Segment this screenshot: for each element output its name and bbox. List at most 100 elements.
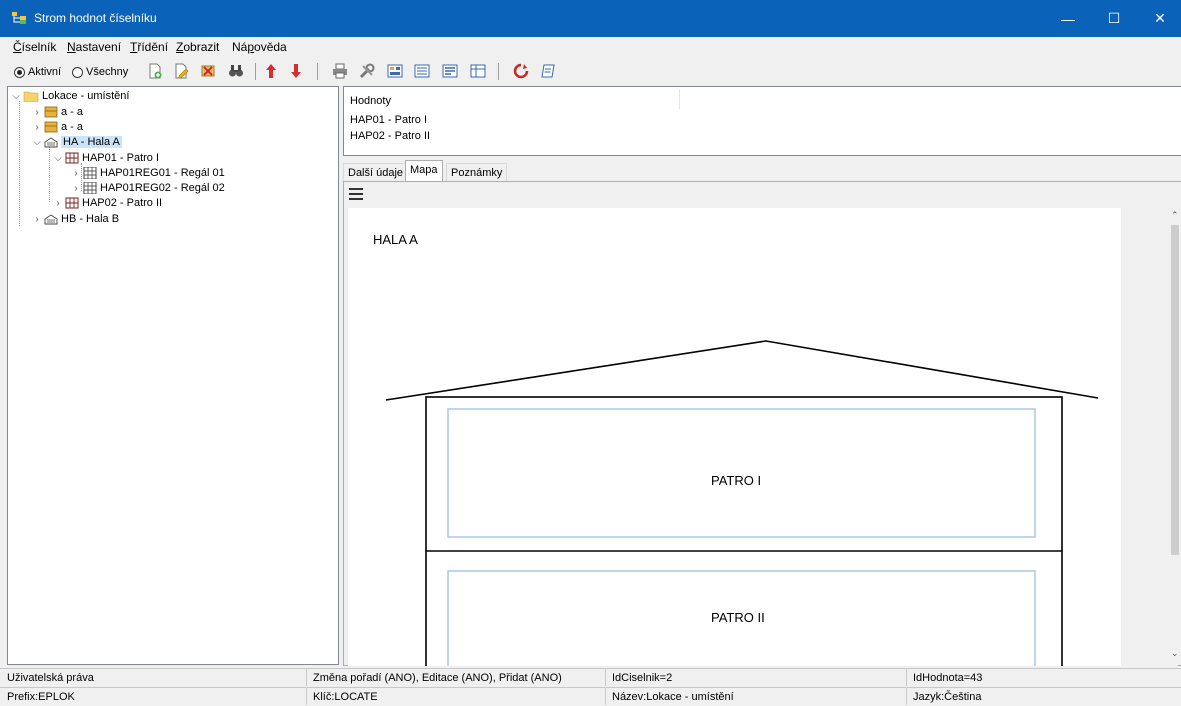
scroll-up-icon[interactable]: ⌃	[1171, 210, 1179, 221]
tab-poznamky[interactable]: Poznámky	[446, 163, 508, 182]
radio-dot-unchecked	[72, 66, 83, 78]
minimize-button[interactable]: —	[1045, 0, 1091, 37]
floor-2-label[interactable]: PATRO II	[711, 610, 765, 625]
tab-dalsi-udaje[interactable]: Další údaje	[343, 163, 409, 182]
tab-mapa[interactable]: Mapa	[405, 160, 443, 182]
filter-all-radio[interactable]: Všechny	[72, 66, 128, 78]
window-title: Strom hodnot číselníku	[34, 11, 157, 25]
menu-zobrazit[interactable]: Zobrazit	[176, 40, 219, 54]
tab-label: Poznámky	[451, 167, 503, 179]
tab-label: Mapa	[410, 164, 438, 176]
menu-ciselnik[interactable]: Číselník	[13, 40, 56, 54]
tree-item-label: HB - Hala B	[61, 213, 120, 225]
find-icon[interactable]	[227, 62, 245, 80]
tree-item-label: a - a	[61, 106, 84, 118]
hall-drawing	[385, 340, 1099, 666]
floor-1-label[interactable]: PATRO I	[711, 473, 761, 488]
tree-guide-line	[49, 147, 50, 202]
hall-icon	[44, 214, 58, 225]
filter-all-label: Všechny	[86, 66, 129, 78]
values-row[interactable]: HAP02 - Patro II	[350, 130, 430, 142]
delete-icon[interactable]	[199, 62, 217, 80]
tree-root[interactable]: ⌵ Lokace - umístění	[11, 89, 129, 103]
tree-item-label: HA - Hala A	[61, 136, 122, 148]
chevron-down-icon[interactable]: ⌵	[53, 153, 63, 164]
status-bar: Uživatelská práva Změna pořadí (ANO), Ed…	[0, 668, 1181, 706]
status-separator	[306, 669, 307, 686]
menu-trideni[interactable]: Třídění	[130, 40, 168, 54]
menu-napoveda[interactable]: Nápověda	[232, 40, 287, 54]
note-icon[interactable]	[539, 62, 557, 80]
status-separator	[906, 688, 907, 705]
menu-bar: Číselník Nastavení Třídění Zobrazit Nápo…	[0, 37, 1181, 57]
refresh-icon[interactable]	[512, 62, 530, 80]
status-name: Název:Lokace - umístění	[612, 691, 734, 703]
tree-item-label: HAP01 - Patro I	[82, 152, 160, 164]
status-language: Jazyk:Čeština	[913, 691, 982, 703]
tree-panel[interactable]: ⌵ Lokace - umístění › a - a › a - a ⌵ HA…	[7, 86, 339, 665]
settings-icon[interactable]	[358, 62, 376, 80]
shelf-icon	[83, 167, 97, 179]
tree-item[interactable]: ⌵ HAP01 - Patro I	[53, 151, 159, 165]
toolbar: Aktivní Všechny	[0, 57, 1181, 85]
map-canvas[interactable]: HALA A PATRO I PATRO II	[348, 208, 1121, 666]
chevron-right-icon[interactable]: ›	[71, 168, 81, 179]
status-rights-label: Uživatelská práva	[7, 672, 94, 684]
tree-item[interactable]: › a - a	[32, 105, 83, 119]
status-separator	[605, 688, 606, 705]
view2-icon[interactable]	[413, 62, 431, 80]
menu-trideni-post: řídění	[137, 40, 169, 54]
status-prefix: Prefix:EPLOK	[7, 691, 75, 703]
map-tab-content: HALA A PATRO I PATRO II	[343, 181, 1181, 666]
folder-icon	[23, 91, 39, 102]
chevron-down-icon[interactable]: ⌵	[32, 137, 42, 148]
roof-line	[385, 340, 1099, 401]
tree-item-selected[interactable]: ⌵ HA - Hala A	[32, 135, 122, 149]
new-icon[interactable]	[146, 62, 164, 80]
box-icon	[44, 121, 58, 133]
floor-icon	[65, 152, 79, 164]
view1-icon[interactable]	[386, 62, 404, 80]
filter-active-radio[interactable]: Aktivní	[14, 66, 61, 78]
hall-icon	[44, 137, 58, 148]
values-row[interactable]: HAP01 - Patro I	[350, 114, 427, 126]
edit-icon[interactable]	[172, 62, 190, 80]
hamburger-menu-icon[interactable]	[349, 188, 363, 202]
tree-item[interactable]: › HAP01REG02 - Regál 02	[71, 181, 225, 195]
view3-icon[interactable]	[441, 62, 459, 80]
box-icon	[44, 106, 58, 118]
chevron-right-icon[interactable]: ›	[71, 183, 81, 194]
chevron-right-icon[interactable]: ›	[32, 214, 42, 225]
chevron-right-icon[interactable]: ›	[32, 107, 42, 118]
chevron-down-icon[interactable]: ⌵	[11, 91, 21, 102]
scroll-down-icon[interactable]: ⌄	[1171, 648, 1179, 659]
chevron-right-icon[interactable]: ›	[32, 122, 42, 133]
chevron-right-icon[interactable]: ›	[53, 198, 63, 209]
status-separator	[306, 688, 307, 705]
tree-guide-line	[19, 101, 20, 226]
menu-zobrazit-post: obrazit	[183, 40, 220, 54]
column-divider[interactable]	[679, 89, 680, 109]
tree-item[interactable]: › HAP02 - Patro II	[53, 196, 162, 210]
tab-strip: Další údaje Mapa Poznámky	[343, 160, 1181, 182]
menu-nastaveni[interactable]: Nastavení	[67, 40, 121, 54]
move-up-icon[interactable]	[262, 62, 280, 80]
tree-item[interactable]: › HB - Hala B	[32, 212, 119, 226]
tree-item[interactable]: › a - a	[32, 120, 83, 134]
view4-icon[interactable]	[469, 62, 487, 80]
values-list[interactable]: Hodnoty HAP01 - Patro I HAP02 - Patro II	[343, 86, 1181, 156]
values-column-header[interactable]: Hodnoty	[350, 95, 391, 107]
status-id-hodnota: IdHodnota=43	[913, 672, 983, 684]
move-down-icon[interactable]	[287, 62, 305, 80]
close-button[interactable]: ✕	[1137, 0, 1181, 37]
print-icon[interactable]	[331, 62, 349, 80]
maximize-button[interactable]: ☐	[1091, 0, 1137, 37]
menu-napoveda-post: ověda	[254, 40, 287, 54]
menu-ciselnik-post: íselník	[21, 40, 57, 54]
radio-dot-checked	[14, 66, 25, 78]
filter-active-label: Aktivní	[28, 66, 62, 78]
scrollbar-thumb[interactable]	[1171, 225, 1179, 555]
tree-item[interactable]: › HAP01REG01 - Regál 01	[71, 166, 225, 180]
app-tree-icon	[12, 12, 26, 24]
tree-item-label: HAP01REG02 - Regál 02	[100, 182, 225, 194]
